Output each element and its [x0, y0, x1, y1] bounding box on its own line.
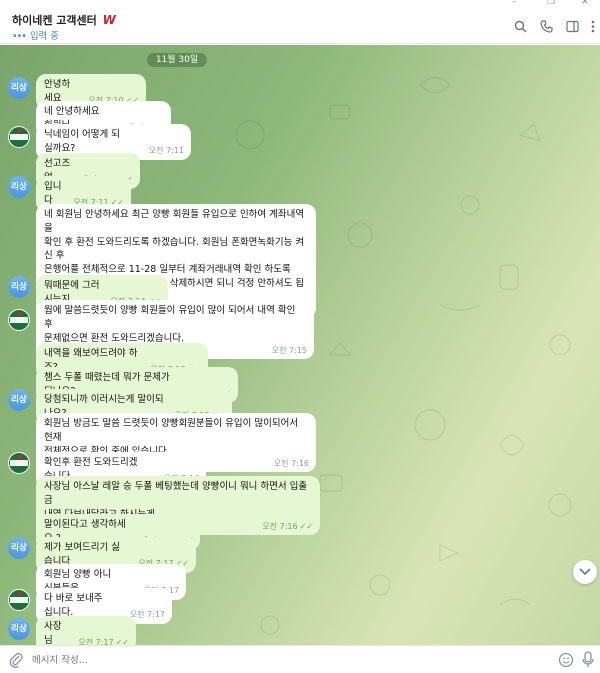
heineken-avatar[interactable] [8, 589, 30, 611]
chat-header: 하이네켄 고객센터 W ••• 입력 중 [0, 8, 600, 44]
restore-icon[interactable]: ❐ [547, 0, 555, 7]
sidebar-icon[interactable] [563, 17, 581, 35]
scroll-down-button[interactable] [573, 560, 597, 584]
attach-icon[interactable] [8, 652, 24, 668]
user-avatar[interactable]: 리상 [8, 618, 30, 640]
brand-logo: W [102, 13, 116, 27]
typing-status: ••• 입력 중 [12, 28, 59, 42]
message-time: 오전 7:16✓✓ [262, 521, 313, 531]
message-time: 오전 7:11 [148, 145, 184, 155]
window-controls: – ❐ ✕ [0, 0, 600, 8]
user-avatar[interactable]: 리상 [8, 276, 30, 298]
heineken-avatar[interactable] [8, 452, 30, 474]
user-avatar[interactable]: 리상 [8, 176, 30, 198]
user-avatar[interactable]: 리상 [8, 389, 30, 411]
typing-dots-icon: ••• [12, 31, 27, 42]
chevron-down-icon [579, 568, 591, 576]
message-bubble[interactable]: 사장님 오전 7:17 ✓✓ [36, 616, 136, 645]
microphone-icon[interactable] [581, 651, 595, 669]
close-icon[interactable]: ✕ [581, 0, 589, 7]
heineken-avatar[interactable] [8, 126, 30, 148]
chat-title[interactable]: 하이네켄 고객센터 W [12, 12, 116, 28]
message-composer [0, 645, 600, 673]
read-receipt-icon: ✓✓ [115, 637, 129, 645]
user-avatar[interactable]: 리상 [8, 77, 30, 99]
typing-status-text: 입력 중 [29, 31, 60, 42]
message-time: 오전 7:17✓✓ [78, 637, 129, 645]
more-icon[interactable] [584, 17, 600, 35]
minimize-icon[interactable]: – [512, 0, 517, 7]
message-time: 오전 7:16 [273, 458, 309, 468]
user-avatar[interactable]: 리상 [8, 537, 30, 559]
chat-title-text: 하이네켄 고객센터 [12, 14, 97, 27]
search-icon[interactable] [511, 17, 529, 35]
message-time: 오전 7:17 [129, 609, 165, 619]
message-time: 오전 7:15 [271, 345, 307, 355]
phone-icon[interactable] [537, 17, 555, 35]
heineken-avatar[interactable] [8, 309, 30, 331]
chat-area[interactable]: 11월 30일 리상안녕하세요오전 7:10✓✓네 안녕하세요 회원님오전 7:… [0, 45, 600, 645]
emoji-icon[interactable] [558, 652, 574, 668]
date-separator: 11월 30일 [147, 53, 207, 67]
message-input[interactable] [32, 652, 512, 668]
read-receipt-icon: ✓✓ [299, 521, 313, 531]
